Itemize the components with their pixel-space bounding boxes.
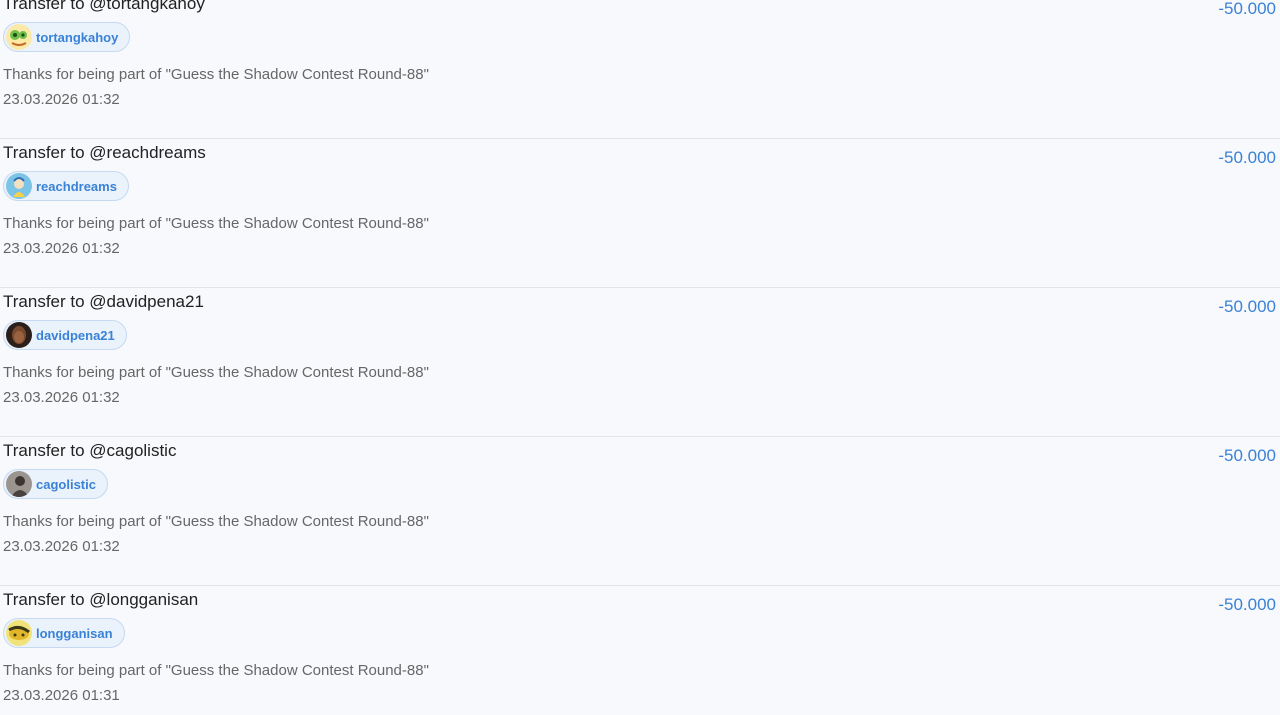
user-chip[interactable]: tortangkahoy [3,22,131,52]
transaction-date: 23.03.2026 01:32 [3,389,120,406]
transaction-row: Transfer to @cagolistic -50.000 cagolist… [0,437,1280,586]
transaction-amount: -50.000 [1218,148,1276,167]
transaction-amount: -50.000 [1218,595,1276,614]
transaction-amount: -50.000 [1218,446,1276,465]
transaction-date: 23.03.2026 01:31 [3,687,120,704]
user-avatar-icon [6,173,32,199]
transaction-memo: Thanks for being part of "Guess the Shad… [3,215,429,232]
transaction-title: Transfer to @cagolistic [3,441,177,460]
transaction-title: Transfer to @reachdreams [3,143,206,162]
transaction-date: 23.03.2026 01:32 [3,240,120,257]
user-chip-name: longganisan [36,625,113,641]
user-chip-name: tortangkahoy [36,29,119,45]
transaction-date: 23.03.2026 01:32 [3,538,120,555]
user-chip-name: reachdreams [36,178,117,194]
transaction-memo: Thanks for being part of "Guess the Shad… [3,662,429,679]
transaction-title: Transfer to @longganisan [3,590,199,609]
transaction-row: Transfer to @davidpena21 -50.000 davidpe… [0,288,1280,437]
user-chip-name: davidpena21 [36,327,115,343]
transaction-memo: Thanks for being part of "Guess the Shad… [3,513,429,530]
transaction-title: Transfer to @tortangkahoy [3,0,205,13]
user-chip[interactable]: davidpena21 [3,320,127,350]
user-chip[interactable]: longganisan [3,618,125,648]
transaction-row: Transfer to @reachdreams -50.000 reachdr… [0,139,1280,288]
user-avatar-icon [6,620,32,646]
transaction-list: Transfer to @tortangkahoy -50.000 tortan… [0,0,1280,715]
transaction-amount: -50.000 [1218,0,1276,18]
transaction-title: Transfer to @davidpena21 [3,292,204,311]
transaction-row: Transfer to @tortangkahoy -50.000 tortan… [0,0,1280,139]
transaction-amount: -50.000 [1218,297,1276,316]
transaction-memo: Thanks for being part of "Guess the Shad… [3,364,429,381]
user-chip[interactable]: cagolistic [3,469,108,499]
transaction-memo: Thanks for being part of "Guess the Shad… [3,66,429,83]
transaction-date: 23.03.2026 01:32 [3,91,120,108]
user-avatar-icon [6,471,32,497]
user-avatar-icon [6,24,32,50]
transaction-row: Transfer to @longganisan -50.000 longgan… [0,586,1280,715]
user-chip-name: cagolistic [36,476,96,492]
user-chip[interactable]: reachdreams [3,171,129,201]
user-avatar-icon [6,322,32,348]
